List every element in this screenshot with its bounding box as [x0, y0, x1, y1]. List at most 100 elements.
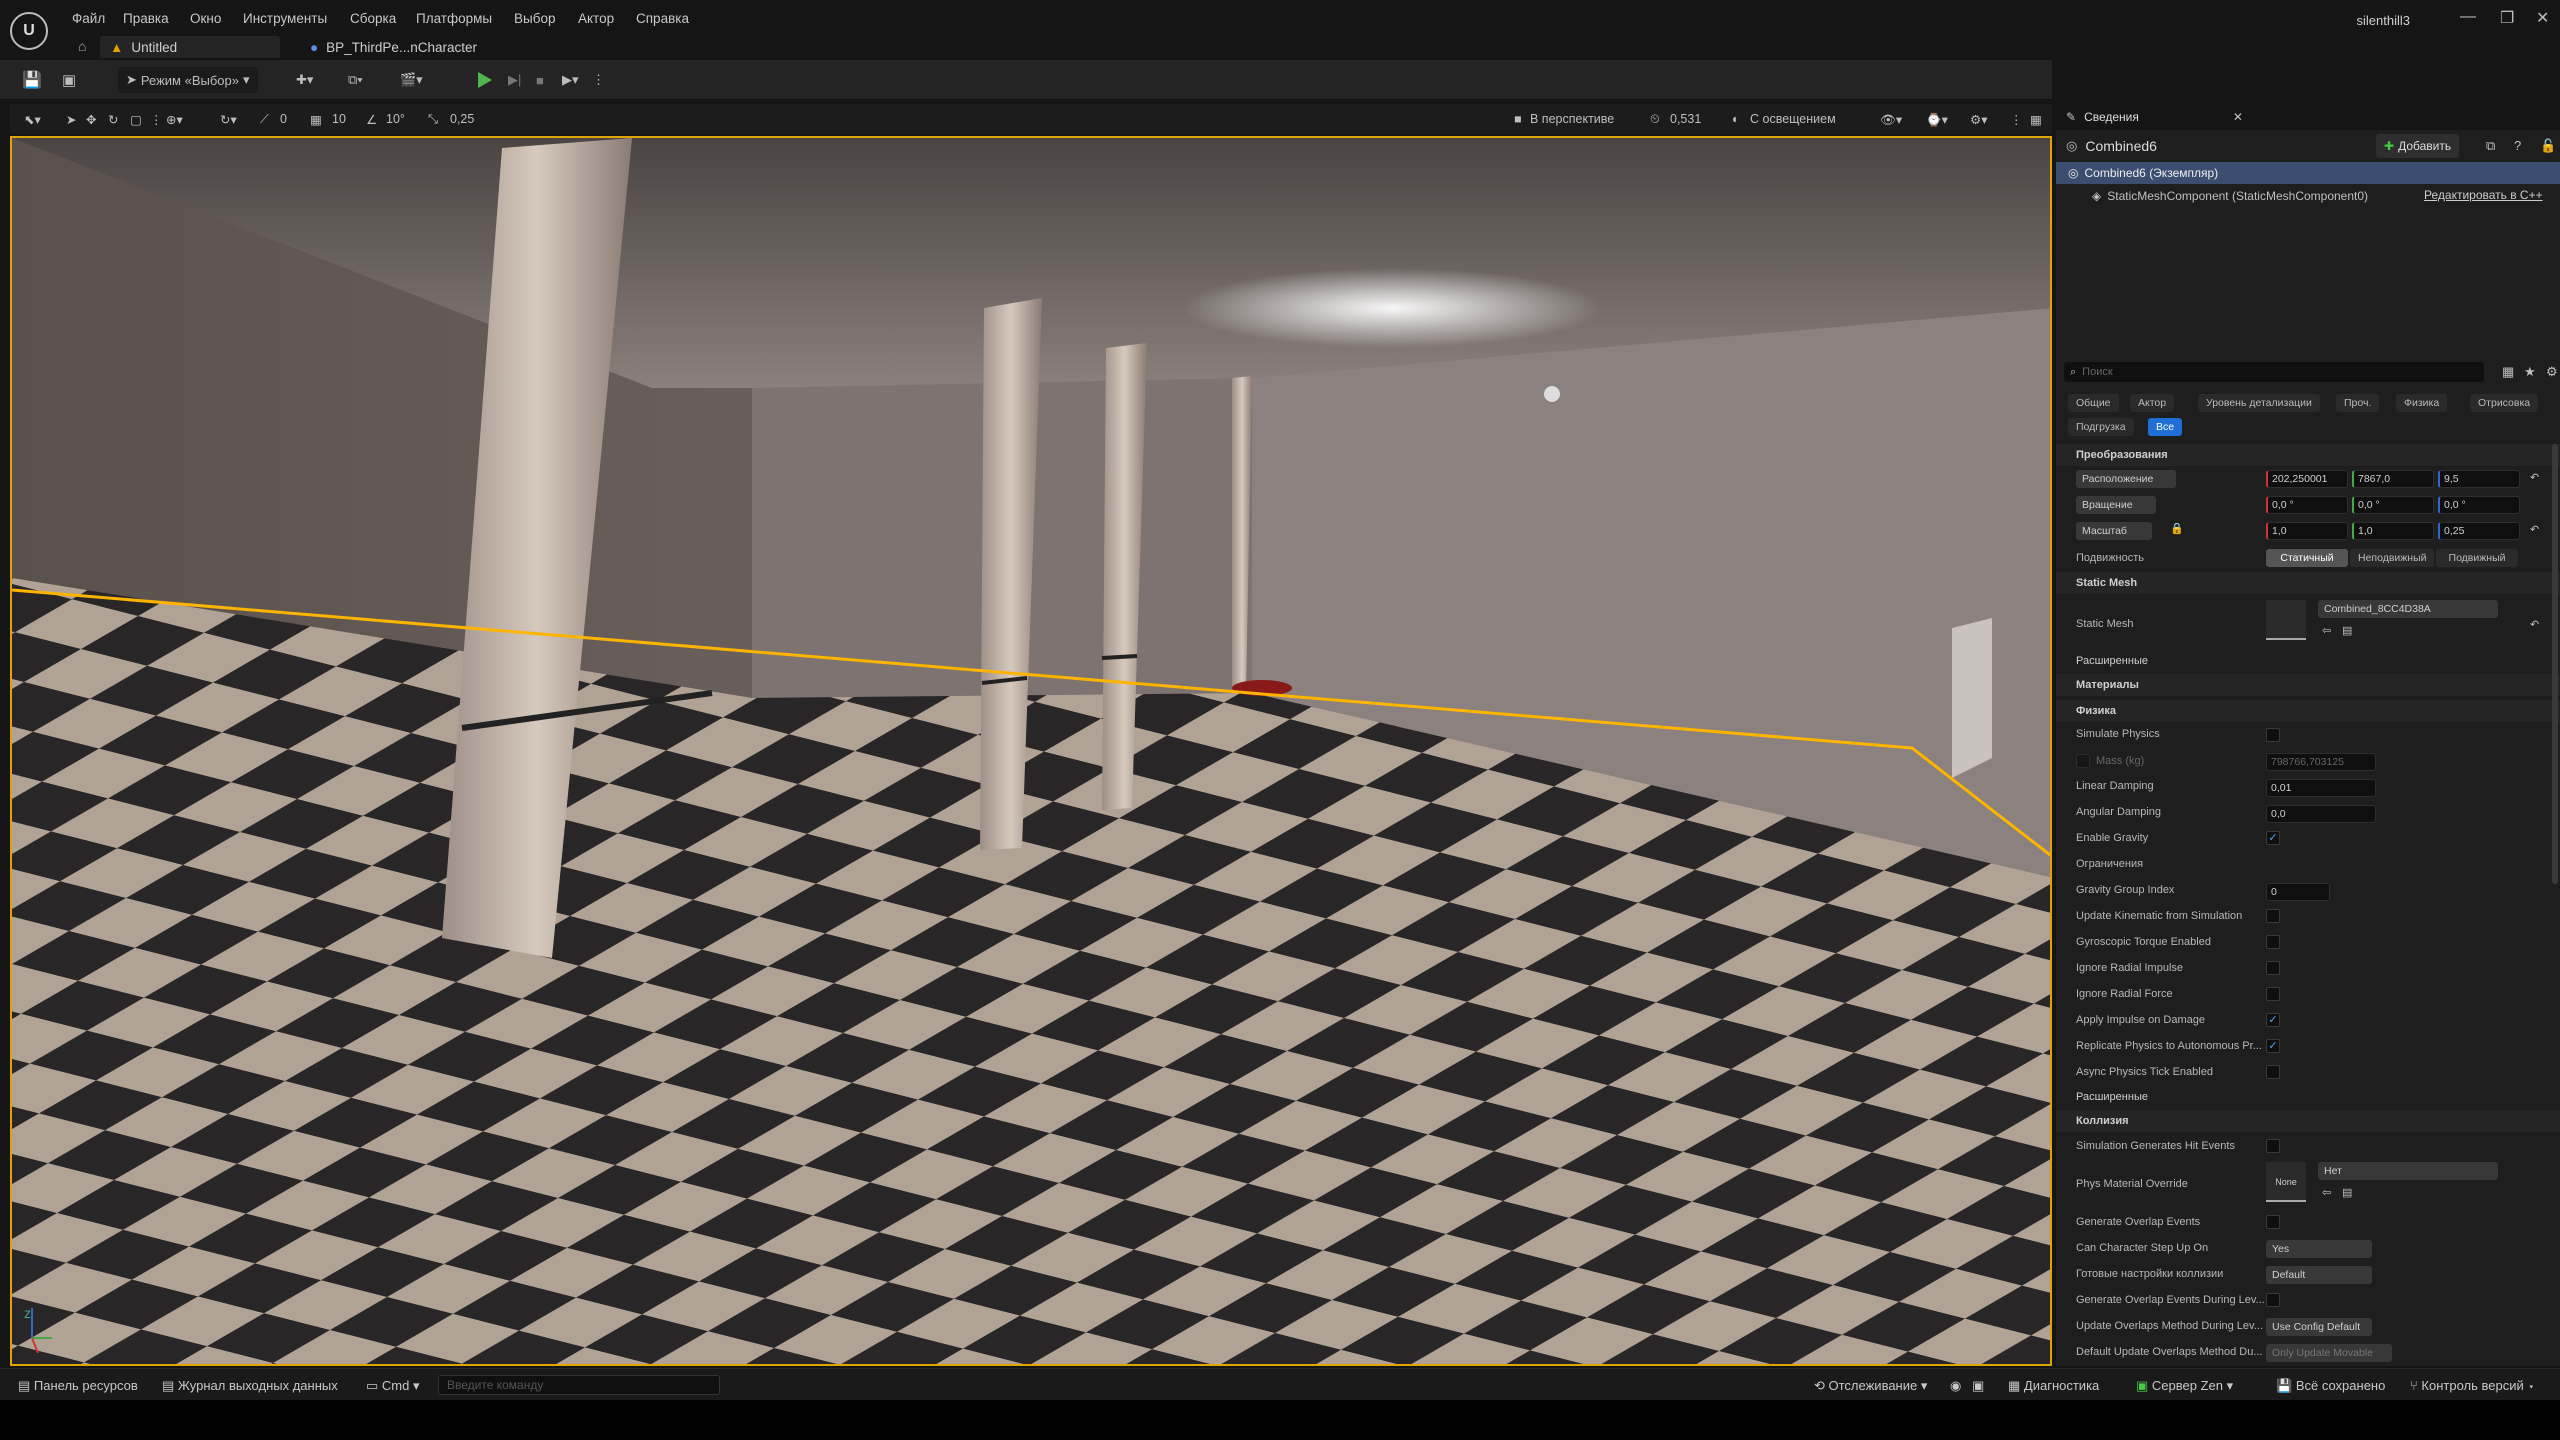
world-icon[interactable]: ⊕▾: [166, 112, 183, 127]
section-materials[interactable]: Материалы: [2056, 674, 2560, 696]
rotation-dropdown[interactable]: Вращение: [2076, 496, 2156, 514]
play-button[interactable]: [478, 68, 492, 92]
update-method-dropdown[interactable]: Use Config Default: [2266, 1318, 2372, 1336]
camera-capture-icon[interactable]: ▣: [1972, 1378, 1984, 1394]
filter-misc[interactable]: Проч.: [2336, 394, 2380, 412]
reset-scale-icon[interactable]: ↶: [2530, 523, 2539, 536]
menu-edit[interactable]: Правка: [123, 11, 169, 26]
mobility-stationary[interactable]: Неподвижный: [2350, 549, 2434, 567]
show-icon[interactable]: 👁▾: [1880, 112, 1902, 128]
record-icon[interactable]: ◉: [1950, 1378, 1961, 1394]
scale-lock-icon[interactable]: 🔒: [2170, 522, 2184, 535]
section-physics[interactable]: Физика: [2056, 700, 2560, 722]
apply-impulse-checkbox[interactable]: ✓: [2266, 1013, 2280, 1027]
surface-snap-icon[interactable]: ↻▾: [220, 112, 237, 127]
phys-browse-icon[interactable]: ⇦: [2322, 1186, 2331, 1199]
cinematics-icon[interactable]: 🎬▾: [400, 68, 423, 92]
ignore-force-checkbox[interactable]: [2266, 987, 2280, 1001]
scale-y[interactable]: 1,0: [2352, 522, 2434, 540]
browse-icon[interactable]: ⇦: [2322, 624, 2331, 637]
stop-icon[interactable]: ■: [536, 68, 544, 92]
location-y[interactable]: 7867,0: [2352, 470, 2434, 488]
source-control-button[interactable]: ⑂ Контроль версий ▾: [2410, 1378, 2535, 1393]
enable-gravity-checkbox[interactable]: ✓: [2266, 831, 2280, 845]
angular-damping-field[interactable]: 0,0: [2266, 805, 2376, 823]
presets-dropdown[interactable]: Default: [2266, 1266, 2372, 1284]
rotation-snap-value[interactable]: 0: [280, 112, 287, 126]
close-tab-icon[interactable]: ✕: [2233, 110, 2243, 124]
constraints-label[interactable]: Ограничения: [2076, 858, 2143, 870]
filter-all[interactable]: Все: [2148, 418, 2183, 436]
zen-server-button[interactable]: ▣ Сервер Zen ▾: [2136, 1378, 2233, 1394]
section-advanced-physics[interactable]: Расширенные: [2056, 1086, 2560, 1108]
mobility-movable[interactable]: Подвижный: [2436, 549, 2518, 567]
performance-icon[interactable]: ⌚▾: [1926, 112, 1948, 128]
section-advanced[interactable]: Расширенные: [2056, 650, 2560, 672]
unreal-logo-icon[interactable]: U: [10, 12, 48, 50]
mass-override-checkbox[interactable]: [2076, 754, 2090, 768]
reset-mesh-icon[interactable]: ↶: [2530, 618, 2539, 631]
viewport-menu-icon[interactable]: ⋮: [2010, 112, 2023, 127]
menu-build[interactable]: Сборка: [350, 11, 396, 26]
diagnostics-button[interactable]: ▦ Диагностика: [2008, 1378, 2099, 1394]
linear-damping-field[interactable]: 0,01: [2266, 779, 2376, 797]
layout-icon[interactable]: ▦: [2030, 112, 2042, 127]
lock-icon[interactable]: 🔓: [2540, 138, 2556, 154]
sim-hit-checkbox[interactable]: [2266, 1139, 2280, 1153]
rotation-z[interactable]: 0,0 °: [2438, 496, 2520, 514]
static-mesh-dropdown[interactable]: Combined_8CC4D38A: [2318, 600, 2498, 618]
rotation-x[interactable]: 0,0 °: [2266, 496, 2348, 514]
select-mode-icon[interactable]: ⬉▾: [24, 112, 41, 127]
filter-streaming[interactable]: Подгрузка: [2068, 418, 2134, 436]
angle-snap-icon[interactable]: ∠: [366, 112, 377, 127]
output-log-button[interactable]: ▤ Журнал выходных данных: [162, 1378, 338, 1394]
menu-window[interactable]: Окно: [190, 11, 221, 26]
add-component-button[interactable]: ✚ Добавить: [2376, 134, 2460, 158]
async-tick-checkbox[interactable]: [2266, 1065, 2280, 1079]
blueprint-convert-icon[interactable]: ⧉: [2486, 138, 2495, 154]
section-collision[interactable]: Коллизия: [2056, 1110, 2560, 1132]
gravity-group-field[interactable]: 0: [2266, 883, 2330, 901]
gyroscopic-checkbox[interactable]: [2266, 935, 2280, 949]
grid-snap-icon[interactable]: ▦: [310, 112, 322, 127]
command-input[interactable]: Введите команду: [438, 1375, 720, 1395]
more-options-icon[interactable]: ⋮: [592, 68, 605, 92]
section-transform[interactable]: Преобразования: [2056, 444, 2560, 466]
trace-button[interactable]: ⟲ Отслеживание ▾: [1814, 1378, 1927, 1394]
angle-snap-value[interactable]: 10°: [386, 112, 405, 126]
filter-physics[interactable]: Физика: [2396, 394, 2448, 412]
save-all-button[interactable]: 💾 Всё сохранено: [2276, 1378, 2385, 1394]
grid-view-icon[interactable]: ▦: [2502, 364, 2514, 380]
camera-speed-value[interactable]: 0,531: [1670, 112, 1701, 126]
mass-field[interactable]: 798766,703125: [2266, 753, 2376, 771]
tab-level[interactable]: ▲ Untitled: [100, 36, 280, 58]
perspective-dropdown[interactable]: В перспективе: [1530, 112, 1614, 126]
scale-dropdown[interactable]: Масштаб: [2076, 522, 2152, 540]
step-icon[interactable]: ▶|: [508, 68, 521, 92]
details-tab-title[interactable]: Сведения: [2084, 110, 2139, 124]
tab-blueprint[interactable]: ● BP_ThirdPe...nCharacter: [300, 36, 560, 58]
location-x[interactable]: 202,250001: [2266, 470, 2348, 488]
home-icon[interactable]: ⌂: [78, 38, 86, 54]
scale-x[interactable]: 1,0: [2266, 522, 2348, 540]
gen-overlap-level-checkbox[interactable]: [2266, 1293, 2280, 1307]
favorite-icon[interactable]: ★: [2524, 364, 2536, 380]
instance-row[interactable]: ◎ Combined6 (Экземпляр): [2056, 162, 2560, 184]
filter-rendering[interactable]: Отрисовка: [2470, 394, 2539, 412]
ignore-impulse-checkbox[interactable]: [2266, 961, 2280, 975]
filter-general[interactable]: Общие: [2068, 394, 2119, 412]
rotation-snap-icon[interactable]: ⟋: [260, 112, 269, 127]
menu-actor[interactable]: Актор: [578, 11, 614, 26]
settings-icon[interactable]: ⚙▾: [1970, 112, 1987, 127]
rotation-y[interactable]: 0,0 °: [2352, 496, 2434, 514]
maximize-icon[interactable]: ❐: [2500, 8, 2514, 28]
blueprint-menu-icon[interactable]: ⧉▾: [348, 68, 363, 92]
menu-platforms[interactable]: Платформы: [416, 11, 492, 26]
scale-z[interactable]: 0,25: [2438, 522, 2520, 540]
cmd-dropdown[interactable]: ▭ Cmd ▾: [366, 1378, 420, 1394]
default-update-dropdown[interactable]: Only Update Movable: [2266, 1344, 2392, 1362]
menu-tools[interactable]: Инструменты: [243, 11, 327, 26]
grid-snap-value[interactable]: 10: [332, 112, 346, 126]
section-static-mesh[interactable]: Static Mesh: [2056, 572, 2560, 594]
menu-help[interactable]: Справка: [636, 11, 689, 26]
